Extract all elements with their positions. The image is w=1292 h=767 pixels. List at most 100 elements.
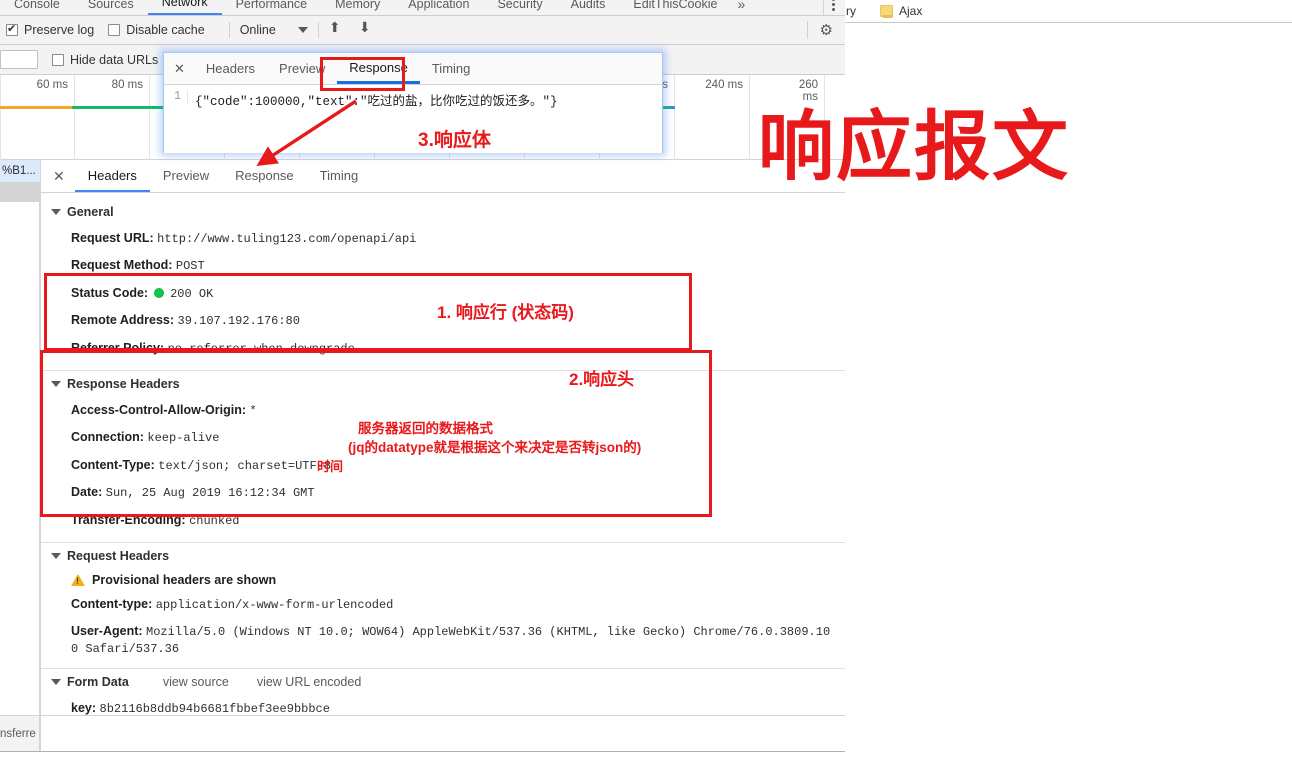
bookmark-folder-label: Ajax bbox=[899, 4, 922, 18]
annotation-status-line-label: 1. 响应行 (状态码) bbox=[437, 298, 574, 323]
devtools-main-menu-button[interactable] bbox=[823, 0, 845, 15]
checkbox-icon bbox=[6, 24, 18, 36]
disable-cache-checkbox[interactable]: Disable cache bbox=[108, 23, 205, 37]
throttling-value: Online bbox=[240, 23, 276, 37]
preserve-log-label: Preserve log bbox=[24, 23, 94, 37]
request-list: %B1... bbox=[0, 160, 40, 715]
waterfall-bar-stalled bbox=[0, 106, 72, 109]
view-source-link[interactable]: view source bbox=[163, 675, 229, 689]
details-tab-timing[interactable]: Timing bbox=[307, 161, 372, 192]
request-row[interactable] bbox=[0, 182, 40, 202]
annotation-time-label: 时间 bbox=[317, 456, 343, 475]
row-transfer-encoding-key: Transfer-Encoding: bbox=[71, 513, 186, 527]
screenshot-root: ry Ajax Console Sources Network Performa… bbox=[0, 0, 1292, 767]
row-date: Date: Sun, 25 Aug 2019 16:12:34 GMT bbox=[41, 479, 845, 506]
waterfall-tick-60ms: 60 ms bbox=[37, 79, 74, 91]
chevron-down-icon bbox=[51, 553, 61, 559]
tab-application[interactable]: Application bbox=[394, 0, 483, 15]
overlay-tab-preview[interactable]: Preview bbox=[267, 55, 337, 82]
download-arrow-icon[interactable] bbox=[359, 22, 375, 38]
overlay-tab-strip: ✕ Headers Preview Response Timing bbox=[164, 53, 662, 85]
row-form-key-label: key: bbox=[71, 701, 96, 715]
status-green-dot-icon bbox=[154, 288, 164, 298]
row-content-type-value: text/json; charset=UTF-8 bbox=[158, 459, 331, 473]
chevron-down-icon bbox=[51, 209, 61, 215]
section-general[interactable]: General bbox=[41, 199, 845, 225]
row-date-value: Sun, 25 Aug 2019 16:12:34 GMT bbox=[106, 486, 315, 500]
row-user-agent-value-line2: 0 Safari/537.36 bbox=[41, 642, 845, 660]
details-tab-headers[interactable]: Headers bbox=[75, 161, 150, 192]
details-footer bbox=[40, 715, 845, 751]
details-body: General Request URL: http://www.tuling12… bbox=[41, 193, 845, 757]
devtools-tab-strip: Console Sources Network Performance Memo… bbox=[0, 0, 845, 16]
annotation-response-headers-label: 2.响应头 bbox=[569, 365, 634, 390]
close-icon[interactable]: ✕ bbox=[47, 168, 75, 185]
toolbar-divider bbox=[229, 22, 230, 38]
chevron-down-icon bbox=[51, 679, 61, 685]
row-acao-value: * bbox=[250, 404, 257, 418]
waterfall-tick-260ms: 260 ms bbox=[799, 79, 824, 103]
row-request-url-value[interactable]: http://www.tuling123.com/openapi/api bbox=[157, 232, 416, 246]
settings-button[interactable]: ⚙ bbox=[807, 21, 845, 39]
row-acao-key: Access-Control-Allow-Origin: bbox=[71, 403, 246, 417]
section-general-title: General bbox=[67, 205, 114, 219]
tab-audits[interactable]: Audits bbox=[557, 0, 620, 15]
section-response-headers-title: Response Headers bbox=[67, 377, 180, 391]
chevron-down-icon bbox=[51, 381, 61, 387]
overlay-tab-timing[interactable]: Timing bbox=[420, 55, 483, 82]
row-remote-address-key: Remote Address: bbox=[71, 313, 174, 327]
row-request-method: Request Method: POST bbox=[41, 252, 845, 279]
row-remote-address-value: 39.107.192.176:80 bbox=[178, 314, 300, 328]
tab-sources[interactable]: Sources bbox=[74, 0, 148, 15]
more-vertical-icon bbox=[832, 0, 835, 11]
close-icon[interactable]: ✕ bbox=[168, 61, 194, 77]
tab-console[interactable]: Console bbox=[0, 0, 74, 15]
preserve-log-checkbox[interactable]: Preserve log bbox=[6, 23, 94, 37]
row-transfer-encoding: Transfer-Encoding: chunked bbox=[41, 507, 845, 534]
bookmark-partial-label[interactable]: ry bbox=[846, 4, 856, 18]
warning-triangle-icon bbox=[71, 574, 85, 586]
more-tabs-button[interactable]: » bbox=[731, 0, 755, 15]
folder-icon bbox=[880, 5, 893, 17]
row-request-method-key: Request Method: bbox=[71, 258, 172, 272]
gear-icon: ⚙ bbox=[820, 23, 833, 38]
disable-cache-label: Disable cache bbox=[126, 23, 205, 37]
row-request-method-value: POST bbox=[176, 259, 205, 273]
waterfall-tick-240ms: 240 ms bbox=[705, 79, 749, 91]
devtools-bottom-edge bbox=[0, 751, 845, 767]
upload-arrow-icon[interactable] bbox=[329, 22, 345, 38]
section-request-headers-title: Request Headers bbox=[67, 549, 169, 563]
row-request-content-type-key: Content-type: bbox=[71, 597, 152, 611]
tab-memory[interactable]: Memory bbox=[321, 0, 394, 15]
tab-security[interactable]: Security bbox=[483, 0, 556, 15]
annotation-response-body-label: 3.响应体 bbox=[418, 125, 491, 152]
checkbox-icon bbox=[52, 54, 64, 66]
throttling-select[interactable]: Online bbox=[240, 23, 308, 37]
section-response-headers[interactable]: Response Headers bbox=[41, 371, 845, 397]
section-request-headers[interactable]: Request Headers bbox=[41, 543, 845, 569]
network-toolbar: Preserve log Disable cache Online ⚙ bbox=[0, 16, 845, 45]
details-tab-strip: ✕ Headers Preview Response Timing bbox=[41, 160, 845, 193]
row-connection-value: keep-alive bbox=[147, 431, 219, 445]
row-request-url-key: Request URL: bbox=[71, 231, 154, 245]
bookmark-folder-ajax[interactable]: Ajax bbox=[880, 4, 922, 18]
waterfall-bar-download bbox=[669, 106, 675, 109]
row-referrer-policy: Referrer Policy: no-referrer-when-downgr… bbox=[41, 335, 845, 362]
response-body-text[interactable]: {"code":100000,"text":"吃过的盐，比你吃过的饭还多。"} bbox=[195, 90, 558, 109]
annotation-format-note-line1: 服务器返回的数据格式 bbox=[358, 417, 493, 437]
section-form-data[interactable]: Form Data view source view URL encoded bbox=[41, 669, 845, 695]
tab-performance[interactable]: Performance bbox=[222, 0, 322, 15]
overlay-tab-headers[interactable]: Headers bbox=[194, 55, 267, 82]
view-url-encoded-link[interactable]: view URL encoded bbox=[257, 675, 361, 689]
hide-data-urls-checkbox[interactable]: Hide data URLs bbox=[52, 53, 158, 67]
row-transfer-encoding-value: chunked bbox=[189, 514, 239, 528]
tab-editthiscookie[interactable]: EditThisCookie bbox=[619, 0, 731, 15]
details-tab-preview[interactable]: Preview bbox=[150, 161, 222, 192]
row-user-agent-value-line1: Mozilla/5.0 (Windows NT 10.0; WOW64) App… bbox=[146, 625, 830, 639]
tab-network[interactable]: Network bbox=[148, 0, 222, 15]
annotation-title-label: 响应报文 bbox=[758, 110, 1070, 186]
filter-input[interactable] bbox=[0, 50, 38, 69]
details-tab-response[interactable]: Response bbox=[222, 161, 307, 192]
overlay-tab-response[interactable]: Response bbox=[337, 54, 420, 84]
request-row-selected[interactable]: %B1... bbox=[0, 160, 40, 182]
